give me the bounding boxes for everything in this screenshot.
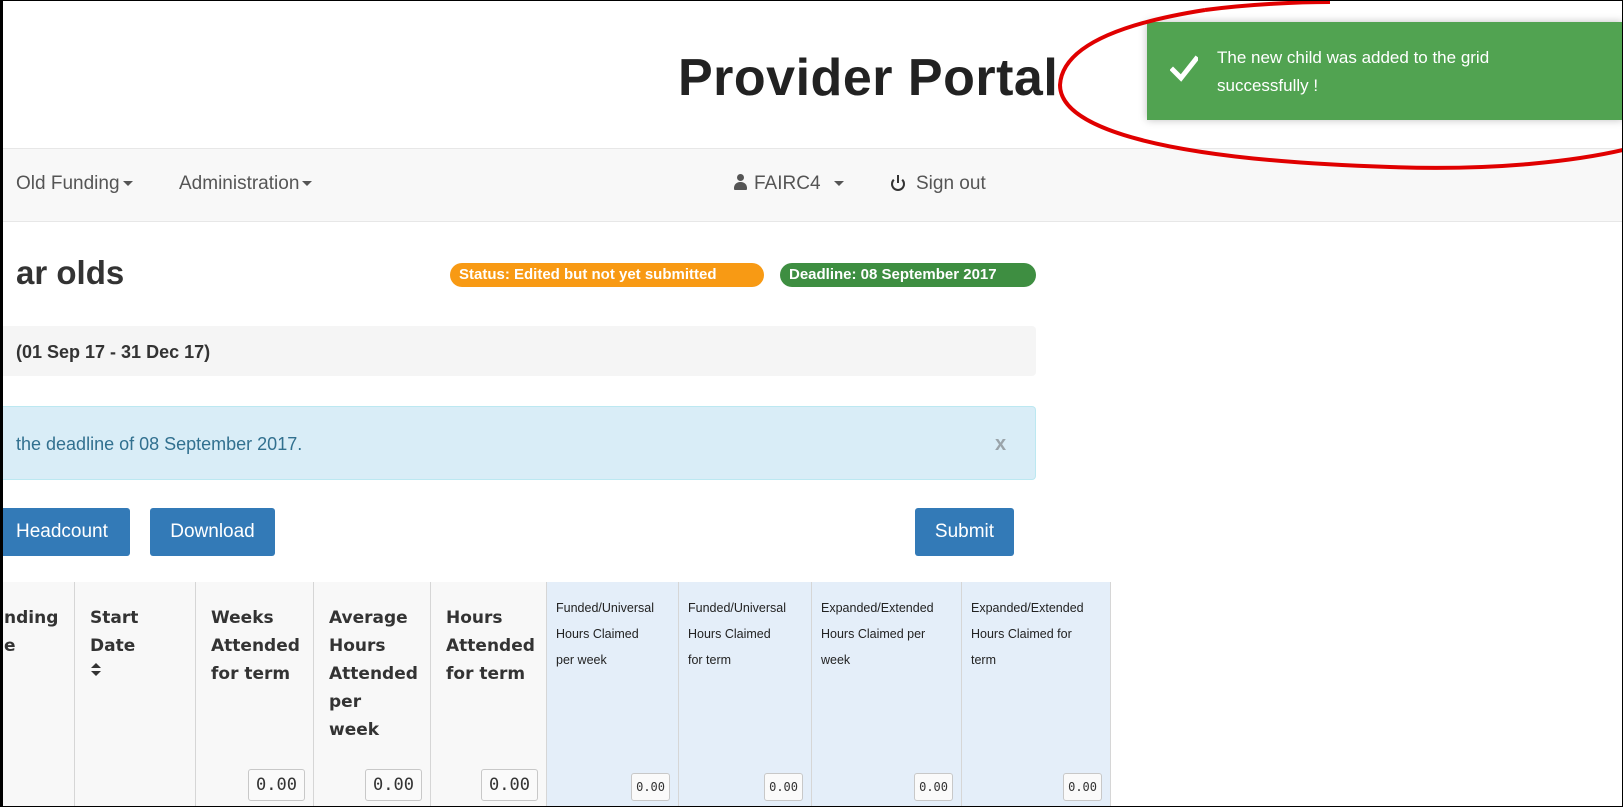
column-header-weeks-attended: Weeks Attended for term 0.00: [195, 582, 313, 807]
column-header-extended-hours-per-week: Expanded/Extended Hours Claimed per week…: [811, 582, 961, 807]
download-button[interactable]: Download: [150, 508, 275, 556]
total-value: 0.00: [631, 773, 670, 801]
column-header-label: Average Hours Attended per week: [329, 608, 418, 740]
sign-out-link[interactable]: Sign out: [890, 173, 986, 195]
window-edge: [0, 0, 3, 807]
success-toast[interactable]: The new child was added to the grid succ…: [1147, 22, 1623, 120]
column-header-label: Weeks Attended for term: [211, 608, 300, 684]
nav-user-dropdown[interactable]: FAIRC4: [733, 173, 844, 195]
deadline-badge: Deadline: 08 September 2017: [780, 263, 1036, 287]
column-header-label: Hours Attended for term: [446, 608, 535, 684]
column-header-extended-hours-for-term: Expanded/Extended Hours Claimed for term…: [961, 582, 1111, 807]
nav-administration-dropdown[interactable]: Administration: [179, 173, 313, 195]
caret-down-icon: [833, 181, 844, 187]
headcount-button[interactable]: Headcount: [0, 508, 130, 556]
term-panel: (01 Sep 17 - 31 Dec 17): [0, 326, 1036, 376]
navbar: Old Funding Administration FAIRC4 Sign o…: [0, 148, 1623, 222]
nav-user-label: FAIRC4: [754, 173, 821, 194]
column-header-label: Expanded/Extended Hours Claimed for term: [971, 601, 1084, 667]
term-dates: (01 Sep 17 - 31 Dec 17): [16, 342, 211, 362]
sort-icon[interactable]: [90, 662, 102, 678]
total-value: 0.00: [764, 773, 803, 801]
column-header-label: nding e: [4, 608, 59, 656]
total-value: 0.00: [248, 769, 305, 801]
info-alert-text: the deadline of 08 September 2017.: [16, 434, 303, 454]
column-header-hours-attended: Hours Attended for term 0.00: [430, 582, 546, 807]
nav-old-funding-dropdown[interactable]: Old Funding: [16, 173, 133, 195]
power-icon: [890, 175, 906, 191]
total-value: 0.00: [365, 769, 422, 801]
column-header-funding-type[interactable]: nding e: [0, 582, 74, 807]
column-header-funded-hours-per-week: Funded/Universal Hours Claimed per week …: [546, 582, 678, 807]
column-header-label: Start Date: [90, 604, 138, 678]
nav-administration-label: Administration: [179, 173, 300, 194]
portal-title: Provider Portal: [678, 49, 1059, 107]
column-header-average-hours: Average Hours Attended per week 0.00: [313, 582, 430, 807]
column-header-text: Start Date: [90, 608, 139, 656]
caret-down-icon: [302, 181, 313, 187]
page-heading: ar olds: [16, 254, 125, 291]
total-value: 0.00: [914, 773, 953, 801]
close-icon[interactable]: x: [995, 433, 1006, 456]
total-value: 0.00: [1063, 773, 1102, 801]
submit-button[interactable]: Submit: [915, 508, 1014, 556]
nav-old-funding-label: Old Funding: [16, 173, 120, 194]
column-header-label: Funded/Universal Hours Claimed per week: [556, 601, 654, 667]
user-icon: [733, 174, 748, 190]
total-value: 0.00: [481, 769, 538, 801]
info-alert: the deadline of 08 September 2017. x: [0, 406, 1036, 480]
status-badge: Status: Edited but not yet submitted: [450, 263, 764, 287]
check-icon: [1170, 55, 1198, 82]
sign-out-label: Sign out: [916, 173, 986, 194]
column-header-start-date[interactable]: Start Date: [74, 582, 195, 807]
column-header-label: Expanded/Extended Hours Claimed per week: [821, 601, 934, 667]
toast-message: The new child was added to the grid succ…: [1217, 48, 1490, 95]
caret-down-icon: [122, 181, 133, 187]
column-header-label: Funded/Universal Hours Claimed for term: [688, 601, 786, 667]
column-header-funded-hours-for-term: Funded/Universal Hours Claimed for term …: [678, 582, 811, 807]
